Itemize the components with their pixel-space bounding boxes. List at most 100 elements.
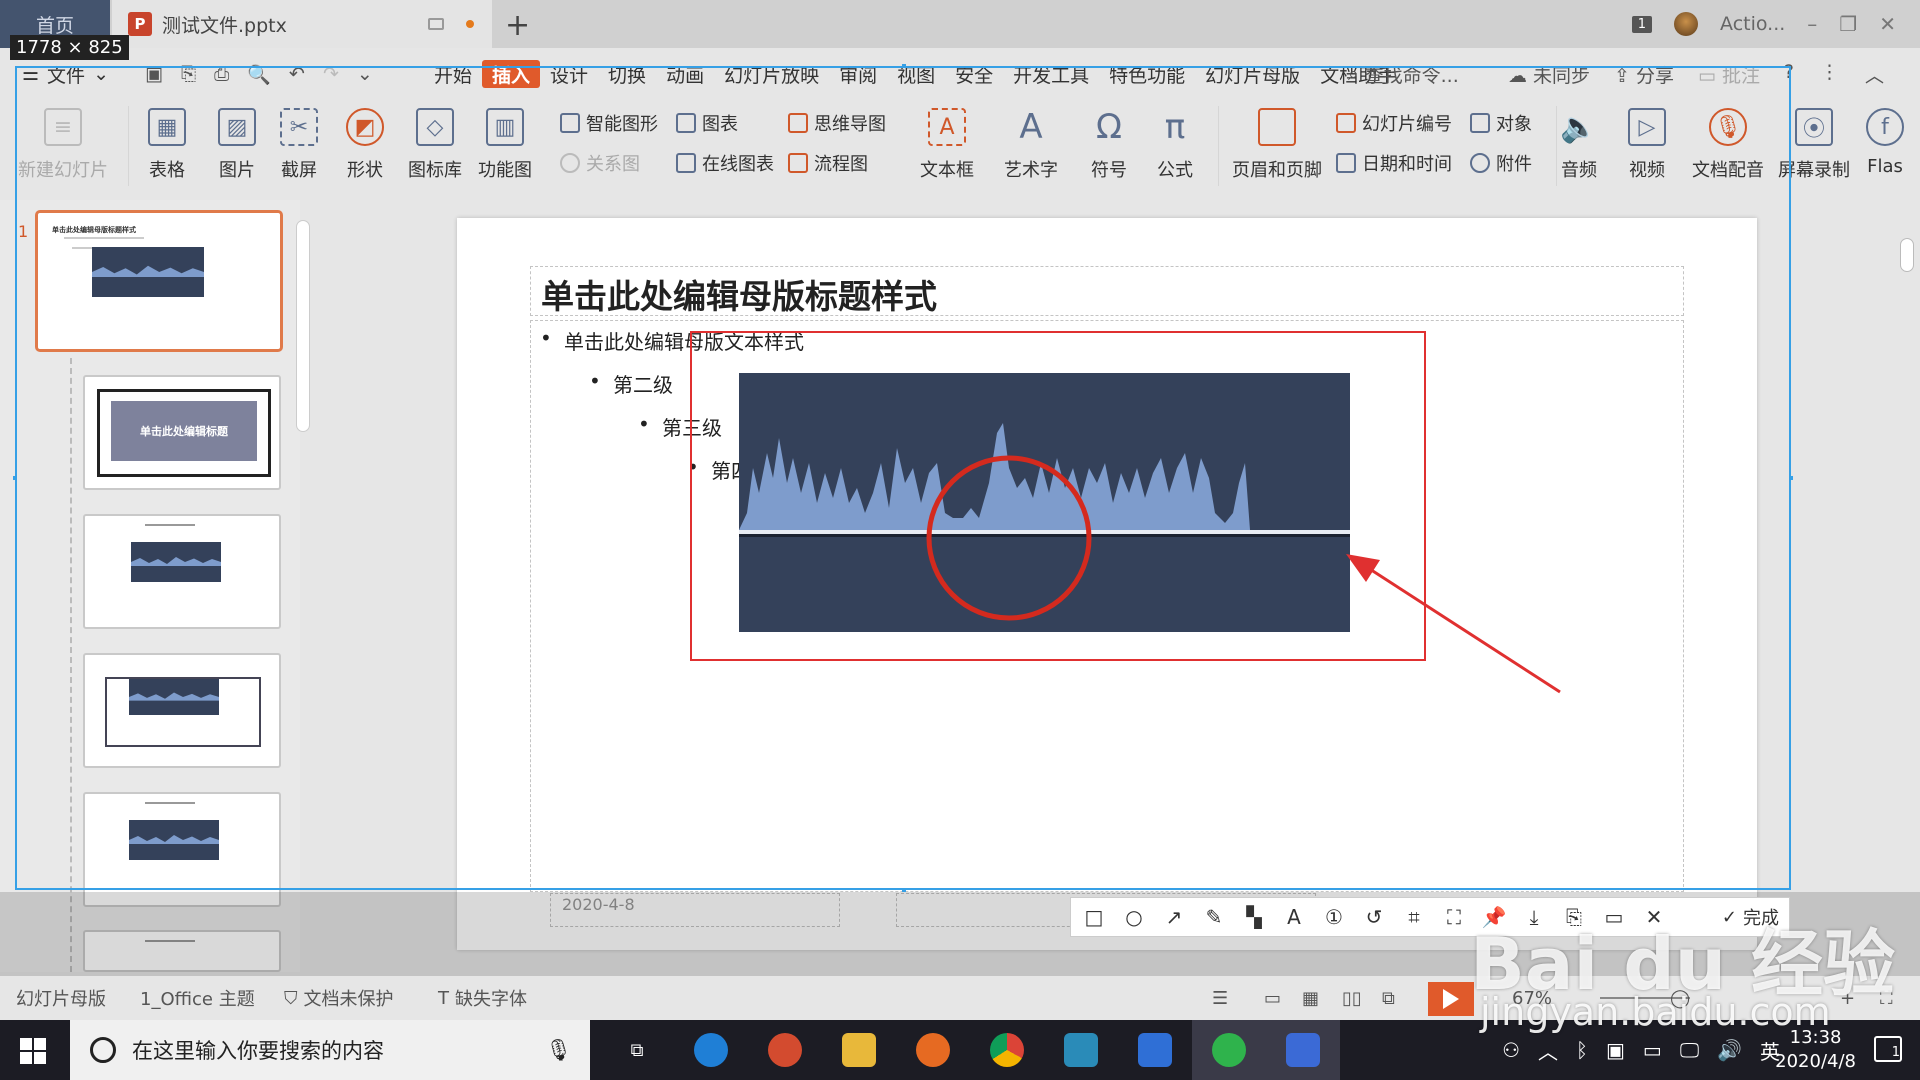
format-painter-icon[interactable]: ⎘ xyxy=(181,63,196,86)
status-theme[interactable]: 1_Office 主题 xyxy=(140,985,255,1011)
menu-design[interactable]: 设计 xyxy=(540,60,598,88)
print-preview-icon[interactable]: 🔍 xyxy=(247,63,271,86)
menu-review[interactable]: 审阅 xyxy=(829,60,887,88)
object-button[interactable]: 对象 xyxy=(1470,110,1532,136)
menu-developer[interactable]: 开发工具 xyxy=(1003,60,1099,88)
attachment-button[interactable]: 附件 xyxy=(1470,150,1532,176)
meter-app-icon[interactable] xyxy=(1044,1020,1118,1080)
status-protect[interactable]: ⛉ 文档未保护 xyxy=(284,985,394,1011)
datetime-button[interactable]: 日期和时间 xyxy=(1336,150,1452,176)
edge-icon[interactable] xyxy=(674,1020,748,1080)
pen-app-icon[interactable] xyxy=(1118,1020,1192,1080)
bluetooth-icon[interactable]: ᛒ xyxy=(1576,1038,1588,1062)
user-name[interactable]: Actio... xyxy=(1720,13,1785,35)
thumbnail-master[interactable]: 单击此处编辑母版标题样式 xyxy=(35,210,283,352)
video-button[interactable]: ▷ 视频 xyxy=(1628,108,1666,182)
presenter-icon[interactable]: ⧉ xyxy=(1382,988,1395,1009)
menu-view[interactable]: 视图 xyxy=(887,60,945,88)
rectangle-tool-icon[interactable]: □ xyxy=(1081,904,1107,930)
table-button[interactable]: ▦ 表格 xyxy=(148,108,186,182)
notes-icon[interactable]: ☰ xyxy=(1212,988,1228,1009)
save-icon[interactable]: ▣ xyxy=(145,63,163,86)
canvas-scroll-thumb[interactable] xyxy=(1900,238,1914,272)
thumbnail-title-layout[interactable]: 单击此处编辑标题 xyxy=(83,375,281,490)
help-icon[interactable]: ? xyxy=(1784,61,1794,88)
tab-document[interactable]: P 测试文件.pptx xyxy=(112,0,492,48)
doc-voice-button[interactable]: 🎙 文档配音 xyxy=(1692,108,1764,182)
number-tool-icon[interactable]: ① xyxy=(1321,904,1347,930)
wps-icon[interactable] xyxy=(1266,1020,1340,1080)
sorter-view-icon[interactable]: ▦ xyxy=(1302,988,1319,1009)
status-master[interactable]: 幻灯片母版 xyxy=(16,985,106,1011)
redo-icon[interactable]: ↷ xyxy=(323,63,339,86)
firefox-icon[interactable] xyxy=(896,1020,970,1080)
windows-start-icon[interactable] xyxy=(20,1038,46,1064)
selection-handle[interactable] xyxy=(902,888,906,892)
selection-handle[interactable] xyxy=(1789,476,1793,480)
picture-button[interactable]: ▨ 图片 xyxy=(218,108,256,182)
mosaic-tool-icon[interactable]: ▚ xyxy=(1241,904,1267,930)
function-chart-button[interactable]: ▥ 功能图 xyxy=(478,108,532,182)
new-tab-button[interactable]: + xyxy=(505,8,530,43)
tray-expand-icon[interactable]: ︿ xyxy=(1538,1036,1558,1065)
flash-button[interactable]: f Flas xyxy=(1866,108,1904,177)
network-icon[interactable]: 🖵 xyxy=(1680,1038,1699,1062)
menu-special[interactable]: 特色功能 xyxy=(1099,60,1195,88)
icon-library-button[interactable]: ◇ 图标库 xyxy=(408,108,462,182)
mind-map-button[interactable]: 思维导图 xyxy=(788,110,886,136)
snail-app-icon[interactable] xyxy=(748,1020,822,1080)
play-slideshow-button[interactable] xyxy=(1428,982,1474,1016)
menu-transition[interactable]: 切换 xyxy=(598,60,656,88)
shape-button[interactable]: ◩ 形状 xyxy=(346,108,384,182)
wechat-icon[interactable] xyxy=(1192,1020,1266,1080)
text-tool-icon[interactable]: A xyxy=(1281,904,1307,930)
close-icon[interactable]: ✕ xyxy=(1879,12,1896,36)
minimize-icon[interactable]: – xyxy=(1807,12,1817,36)
box-app-icon[interactable]: ▣ xyxy=(1606,1038,1625,1062)
screen-record-button[interactable]: ⦿ 屏幕录制 xyxy=(1778,108,1850,182)
command-search[interactable]: ⌕ 查找命令... xyxy=(1348,61,1459,88)
people-icon[interactable]: ⚇ xyxy=(1502,1038,1520,1062)
more-icon[interactable]: ⋮ xyxy=(1820,61,1839,88)
canvas-scrollbar[interactable] xyxy=(1892,200,1920,972)
online-chart-button[interactable]: 在线图表 xyxy=(676,150,774,176)
microphone-icon[interactable]: 🎙 xyxy=(545,1038,572,1063)
taskbar-search[interactable]: 在这里输入你要搜索的内容 🎙 xyxy=(70,1020,590,1080)
file-menu[interactable]: ☰ 文件 ⌄ xyxy=(22,61,109,88)
selection-handle[interactable] xyxy=(902,64,906,68)
slide-number-button[interactable]: 幻灯片编号 xyxy=(1336,110,1452,136)
audio-button[interactable]: 🔈 音频 xyxy=(1560,108,1598,182)
new-slide-button[interactable]: ≡ 新建幻灯片 xyxy=(18,108,108,182)
textbox-button[interactable]: A 文本框 xyxy=(920,108,974,182)
pen-tool-icon[interactable]: ✎ xyxy=(1201,904,1227,930)
volume-icon[interactable]: 🔊 xyxy=(1717,1038,1742,1062)
thumbnail-layout-5[interactable] xyxy=(83,792,281,907)
chrome-icon[interactable] xyxy=(970,1020,1044,1080)
menu-security[interactable]: 安全 xyxy=(945,60,1003,88)
menu-slide-master[interactable]: 幻灯片母版 xyxy=(1195,60,1310,88)
header-footer-button[interactable]: 页眉和页脚 xyxy=(1232,108,1322,182)
flowchart-button[interactable]: 流程图 xyxy=(788,150,868,176)
chart-button[interactable]: 图表 xyxy=(676,110,738,136)
sync-button[interactable]: ☁ 未同步 xyxy=(1508,61,1590,88)
thumbnail-layout-4[interactable] xyxy=(83,653,281,768)
screenshot-button[interactable]: ✂ 截屏 xyxy=(280,108,318,182)
avatar[interactable] xyxy=(1674,12,1699,36)
symbol-button[interactable]: Ω 符号 xyxy=(1090,107,1128,182)
customize-icon[interactable]: ⌄ xyxy=(357,63,373,86)
status-missing-font[interactable]: T 缺失字体 xyxy=(438,985,527,1011)
share-button[interactable]: ⇪ 分享 xyxy=(1614,61,1674,88)
task-view-icon[interactable]: ⧉ xyxy=(600,1020,674,1080)
formula-button[interactable]: π 公式 xyxy=(1156,107,1194,182)
menu-insert[interactable]: 插入 xyxy=(482,60,541,88)
menu-animation[interactable]: 动画 xyxy=(656,60,714,88)
smart-art-button[interactable]: 智能图形 xyxy=(560,110,658,136)
restore-icon[interactable]: ❐ xyxy=(1839,12,1857,36)
notification-icon[interactable]: 1 xyxy=(1874,1036,1902,1062)
relation-chart-button[interactable]: 关系图 xyxy=(560,150,640,176)
reading-view-icon[interactable]: ▯▯ xyxy=(1342,988,1362,1009)
thumbnail-layout-3[interactable] xyxy=(83,514,281,629)
comment-button[interactable]: ▭ 批注 xyxy=(1698,61,1760,88)
ellipse-tool-icon[interactable]: ○ xyxy=(1121,904,1147,930)
window-count-badge[interactable]: 1 xyxy=(1631,15,1653,33)
